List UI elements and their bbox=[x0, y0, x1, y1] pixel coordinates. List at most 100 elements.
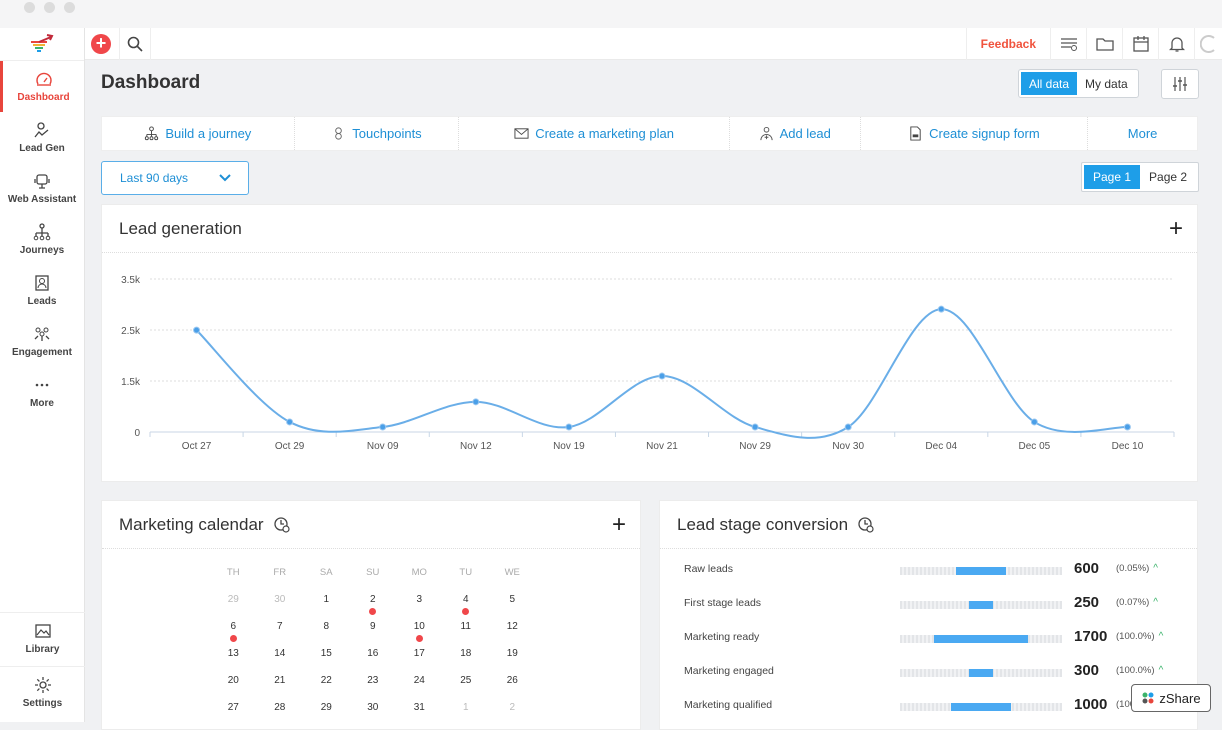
data-point[interactable] bbox=[1123, 423, 1131, 431]
quick-action-add-lead[interactable]: Add lead bbox=[730, 117, 861, 150]
add-calendar-event-button[interactable]: + bbox=[612, 511, 626, 539]
calendar-day[interactable]: 2 bbox=[489, 702, 536, 729]
profile-avatar[interactable] bbox=[1194, 27, 1222, 60]
data-point[interactable] bbox=[286, 418, 294, 426]
calendar-day[interactable]: 1 bbox=[303, 594, 350, 621]
calendar-day[interactable]: 15 bbox=[303, 648, 350, 675]
clock-settings-icon[interactable] bbox=[857, 516, 875, 534]
calendar-day[interactable]: 25 bbox=[443, 675, 490, 702]
calendar-day[interactable]: 1 bbox=[443, 702, 490, 729]
stage-percentage: (100.0%)^ bbox=[1116, 665, 1163, 676]
calendar-day[interactable]: 16 bbox=[350, 648, 397, 675]
data-point[interactable] bbox=[844, 423, 852, 431]
chevron-down-icon bbox=[219, 174, 231, 182]
quick-action-more[interactable]: More bbox=[1088, 117, 1197, 150]
sidebar-item-journeys[interactable]: Journeys bbox=[0, 214, 84, 265]
data-point[interactable] bbox=[193, 326, 201, 334]
calendar-day[interactable]: 29 bbox=[210, 594, 257, 621]
calendar-day[interactable]: 11 bbox=[443, 621, 490, 648]
sidebar-item-web-assistant[interactable]: Web Assistant bbox=[0, 163, 84, 214]
calendar-day[interactable]: 13 bbox=[210, 648, 257, 675]
lead-stage-row[interactable]: First stage leads 250 (0.07%) ^ bbox=[684, 594, 1184, 617]
day-number: 22 bbox=[320, 675, 332, 686]
dashboard-settings-button[interactable] bbox=[1161, 69, 1199, 99]
sidebar-item-engagement[interactable]: Engagement bbox=[0, 316, 84, 367]
sidebar-item-leads[interactable]: Leads bbox=[0, 265, 84, 316]
calendar-day[interactable]: 2 bbox=[350, 594, 397, 621]
lead-stage-row[interactable]: Marketing engaged 300 (100.0%) ^ bbox=[684, 662, 1184, 685]
sidebar-item-library[interactable]: Library bbox=[0, 613, 85, 664]
data-point[interactable] bbox=[751, 423, 759, 431]
calendar-day[interactable]: 12 bbox=[489, 621, 536, 648]
notifications-button[interactable] bbox=[1158, 27, 1194, 60]
calendar-day[interactable]: 30 bbox=[350, 702, 397, 729]
quick-action-create-a-marketing-plan[interactable]: Create a marketing plan bbox=[459, 117, 730, 150]
calendar-day[interactable]: 20 bbox=[210, 675, 257, 702]
my-data-button[interactable]: My data bbox=[1077, 72, 1136, 95]
search-button[interactable] bbox=[120, 28, 150, 60]
calendar-day[interactable]: 10 bbox=[396, 621, 443, 648]
page-2-button[interactable]: Page 2 bbox=[1140, 165, 1196, 189]
add-widget-button[interactable]: + bbox=[1169, 215, 1183, 243]
window-minimize-button[interactable] bbox=[44, 2, 55, 13]
calendar-day[interactable]: 27 bbox=[210, 702, 257, 729]
calendar-day[interactable]: 4 bbox=[443, 594, 490, 621]
stage-bar-fill bbox=[968, 601, 994, 609]
calendar-day[interactable]: 19 bbox=[489, 648, 536, 675]
sidebar-item-lead-gen[interactable]: Lead Gen bbox=[0, 112, 84, 163]
page-1-button[interactable]: Page 1 bbox=[1084, 165, 1141, 189]
feedback-link[interactable]: Feedback bbox=[965, 27, 1050, 60]
calendar-day[interactable]: 18 bbox=[443, 648, 490, 675]
app-logo[interactable] bbox=[0, 28, 84, 61]
calendar-day[interactable]: 5 bbox=[489, 594, 536, 621]
calendar-day[interactable]: 22 bbox=[303, 675, 350, 702]
quick-action-label: Build a journey bbox=[165, 126, 252, 141]
all-data-button[interactable]: All data bbox=[1021, 72, 1078, 95]
calendar-day[interactable]: 6 bbox=[210, 621, 257, 648]
lead-stage-row[interactable]: Marketing qualified1000(100.0%)^ bbox=[684, 696, 1184, 719]
calendar-day[interactable]: 17 bbox=[396, 648, 443, 675]
data-point[interactable] bbox=[379, 423, 387, 431]
calendar-day[interactable]: 14 bbox=[257, 648, 304, 675]
lead-stage-conversion-card: Lead stage conversion Raw leads 600 (0.05%… bbox=[659, 500, 1198, 730]
lead-stage-row[interactable]: Raw leads 600 (0.05%) ^ bbox=[684, 560, 1184, 583]
lead-stage-row[interactable]: Marketing ready 1700 (100.0%) ^ bbox=[684, 628, 1184, 651]
calendar-day[interactable]: 23 bbox=[350, 675, 397, 702]
window-close-button[interactable] bbox=[24, 2, 35, 13]
folder-button[interactable] bbox=[1086, 27, 1122, 60]
calendar-day[interactable]: 7 bbox=[257, 621, 304, 648]
create-new-button[interactable]: + bbox=[91, 33, 111, 54]
stage-percentage: (0.07%) ^ bbox=[1116, 597, 1158, 608]
engagement-icon bbox=[34, 327, 50, 341]
zshare-button[interactable]: zShare bbox=[1131, 684, 1211, 712]
data-point[interactable] bbox=[1030, 418, 1038, 426]
weekday-header: TH FR SA SU MO TU WE bbox=[210, 567, 536, 594]
calendar-day[interactable]: 29 bbox=[303, 702, 350, 729]
calendar-day[interactable]: 30 bbox=[257, 594, 304, 621]
lead-generation-chart: 0 1.5k 2.5k 3.5k Oct 27 Oct 29 Nov 09 Nov 12 Nov… bbox=[121, 275, 1175, 452]
list-filter-button[interactable] bbox=[1050, 27, 1086, 60]
clock-settings-icon[interactable] bbox=[273, 516, 291, 534]
calendar-day[interactable]: 31 bbox=[396, 702, 443, 729]
calendar-day[interactable]: 28 bbox=[257, 702, 304, 729]
calendar-button[interactable] bbox=[1122, 27, 1158, 60]
calendar-day[interactable]: 9 bbox=[350, 621, 397, 648]
calendar-day[interactable]: 26 bbox=[489, 675, 536, 702]
calendar-day[interactable]: 3 bbox=[396, 594, 443, 621]
data-point[interactable] bbox=[472, 398, 480, 406]
stage-label: Marketing ready bbox=[684, 631, 760, 643]
data-point[interactable] bbox=[937, 305, 945, 313]
date-range-dropdown[interactable]: Last 90 days bbox=[101, 161, 249, 195]
sidebar-item-dashboard[interactable]: Dashboard bbox=[0, 61, 84, 112]
quick-action-build-a-journey[interactable]: Build a journey bbox=[102, 117, 295, 150]
window-zoom-button[interactable] bbox=[64, 2, 75, 13]
calendar-day[interactable]: 21 bbox=[257, 675, 304, 702]
data-point[interactable] bbox=[658, 372, 666, 380]
calendar-day[interactable]: 24 bbox=[396, 675, 443, 702]
calendar-day[interactable]: 8 bbox=[303, 621, 350, 648]
quick-action-touchpoints[interactable]: Touchpoints bbox=[295, 117, 460, 150]
data-point[interactable] bbox=[565, 423, 573, 431]
sidebar-item-more[interactable]: More bbox=[0, 367, 84, 418]
quick-action-create-signup-form[interactable]: Create signup form bbox=[861, 117, 1089, 150]
sidebar-item-settings[interactable]: Settings bbox=[0, 667, 85, 718]
